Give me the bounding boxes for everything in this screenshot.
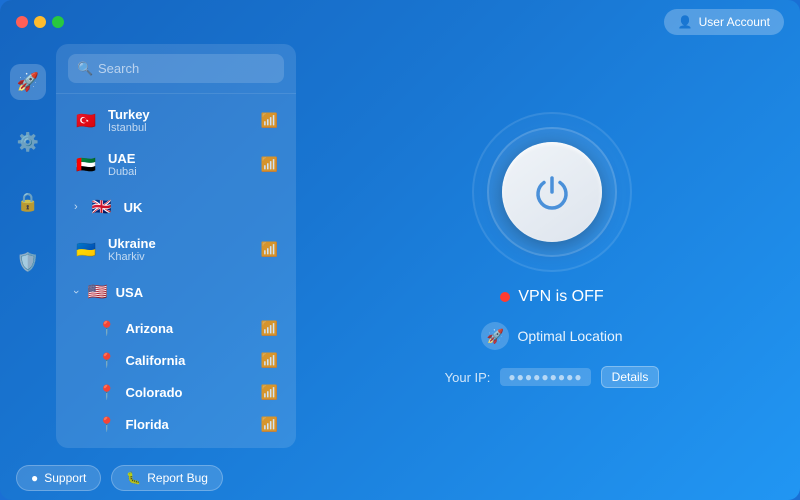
uae-city: Dubai (108, 166, 251, 178)
arizona-name: Arizona (125, 321, 250, 336)
usa-info: USA (116, 285, 278, 300)
colorado-name: Colorado (125, 385, 250, 400)
uae-name: UAE (108, 151, 251, 166)
ukraine-flag: 🇺🇦 (74, 238, 98, 262)
rocket-icon: 🚀 (17, 72, 39, 93)
turkey-info: Turkey Istanbul (108, 107, 251, 134)
server-list: 🇹🇷 Turkey Istanbul 📶 🇦🇪 UAE Dubai 📶 (56, 94, 296, 448)
details-button[interactable]: Details (601, 366, 660, 388)
ukraine-signal: 📶 (261, 241, 278, 258)
turkey-flag: 🇹🇷 (74, 109, 98, 133)
maximize-button[interactable] (52, 16, 64, 28)
bottom-bar: ● Support 🐛 Report Bug (0, 456, 800, 500)
florida-signal: 📶 (261, 416, 278, 433)
turkey-name: Turkey (108, 107, 251, 122)
uk-expand-arrow: › (74, 201, 78, 213)
your-ip-label: Your IP: (445, 370, 491, 385)
title-bar: 👤 User Account (0, 0, 800, 44)
server-item-colorado[interactable]: 📍 Colorado 📶 (62, 377, 290, 408)
uae-flag: 🇦🇪 (74, 153, 98, 177)
florida-name: Florida (125, 417, 250, 432)
main-content: 🚀 ⚙️ 🔒 🛡️ 🔍 🇹🇷 (0, 44, 800, 456)
bug-icon: 🐛 (126, 471, 141, 485)
uk-name: UK (124, 200, 278, 215)
usa-expand-arrow: › (70, 290, 82, 294)
arizona-signal: 📶 (261, 320, 278, 337)
ukraine-city: Kharkiv (108, 251, 251, 263)
california-info: California (125, 353, 250, 368)
sidebar-item-adblocker[interactable]: 🛡️ (10, 244, 46, 280)
search-wrapper: 🔍 (68, 54, 284, 83)
sidebar-item-security[interactable]: 🔒 (10, 184, 46, 220)
california-name: California (125, 353, 250, 368)
server-item-arizona[interactable]: 📍 Arizona 📶 (62, 313, 290, 344)
lock-icon: 🔒 (17, 192, 39, 213)
vpn-status-label: VPN is OFF (518, 288, 603, 306)
user-account-button[interactable]: 👤 User Account (664, 9, 784, 35)
sidebar-item-settings[interactable]: ⚙️ (10, 124, 46, 160)
support-icon: ● (31, 471, 38, 485)
server-item-georgia[interactable]: 📍 Georgia 📶 (62, 441, 290, 448)
ukraine-info: Ukraine Kharkiv (108, 236, 251, 263)
power-button[interactable] (502, 142, 602, 242)
ip-value: ●●●●●●●●● (500, 368, 590, 386)
report-bug-button[interactable]: 🐛 Report Bug (111, 465, 223, 491)
search-icon: 🔍 (77, 61, 93, 77)
optimal-location[interactable]: 🚀 Optimal Location (481, 322, 622, 350)
status-dot-off (500, 292, 510, 302)
app-window: 👤 User Account 🚀 ⚙️ 🔒 🛡️ 🔍 (0, 0, 800, 500)
report-bug-label: Report Bug (147, 471, 208, 485)
user-account-label: User Account (699, 15, 770, 29)
shield-icon: 🛡️ (17, 252, 39, 273)
uk-flag: 🇬🇧 (90, 195, 114, 219)
right-panel: VPN is OFF 🚀 Optimal Location Your IP: ●… (304, 44, 800, 456)
server-item-ukraine[interactable]: 🇺🇦 Ukraine Kharkiv 📶 (62, 228, 290, 271)
uae-signal: 📶 (261, 156, 278, 173)
power-symbol-icon (530, 170, 574, 214)
uae-info: UAE Dubai (108, 151, 251, 178)
support-button[interactable]: ● Support (16, 465, 101, 491)
server-item-turkey[interactable]: 🇹🇷 Turkey Istanbul 📶 (62, 99, 290, 142)
florida-info: Florida (125, 417, 250, 432)
optimal-location-label: Optimal Location (517, 328, 622, 344)
server-item-uk[interactable]: › 🇬🇧 UK (62, 187, 290, 227)
user-icon: 👤 (678, 15, 693, 29)
server-item-uae[interactable]: 🇦🇪 UAE Dubai 📶 (62, 143, 290, 186)
pin-icon-arizona: 📍 (98, 320, 115, 337)
sidebar-item-servers[interactable]: 🚀 (10, 64, 46, 100)
usa-name: USA (116, 285, 278, 300)
optimal-rocket-icon: 🚀 (481, 322, 509, 350)
colorado-signal: 📶 (261, 384, 278, 401)
pin-icon-colorado: 📍 (98, 384, 115, 401)
search-input[interactable] (68, 54, 284, 83)
gear-icon: ⚙️ (17, 132, 39, 153)
pin-icon-california: 📍 (98, 352, 115, 369)
usa-flag: 🇺🇸 (86, 280, 110, 304)
server-item-usa[interactable]: › 🇺🇸 USA (62, 272, 290, 312)
traffic-lights (16, 16, 64, 28)
turkey-signal: 📶 (261, 112, 278, 129)
close-button[interactable] (16, 16, 28, 28)
ip-row: Your IP: ●●●●●●●●● Details (445, 366, 660, 388)
pin-icon-florida: 📍 (98, 416, 115, 433)
search-bar: 🔍 (56, 44, 296, 94)
colorado-info: Colorado (125, 385, 250, 400)
power-button-container (472, 112, 632, 272)
server-panel: 🔍 🇹🇷 Turkey Istanbul 📶 🇦🇪 (56, 44, 296, 448)
ukraine-name: Ukraine (108, 236, 251, 251)
california-signal: 📶 (261, 352, 278, 369)
server-item-florida[interactable]: 📍 Florida 📶 (62, 409, 290, 440)
support-label: Support (44, 471, 86, 485)
minimize-button[interactable] (34, 16, 46, 28)
sidebar-icons: 🚀 ⚙️ 🔒 🛡️ (0, 44, 56, 456)
arizona-info: Arizona (125, 321, 250, 336)
turkey-city: Istanbul (108, 122, 251, 134)
uk-info: UK (124, 200, 278, 215)
server-item-california[interactable]: 📍 California 📶 (62, 345, 290, 376)
vpn-status: VPN is OFF (500, 288, 603, 306)
